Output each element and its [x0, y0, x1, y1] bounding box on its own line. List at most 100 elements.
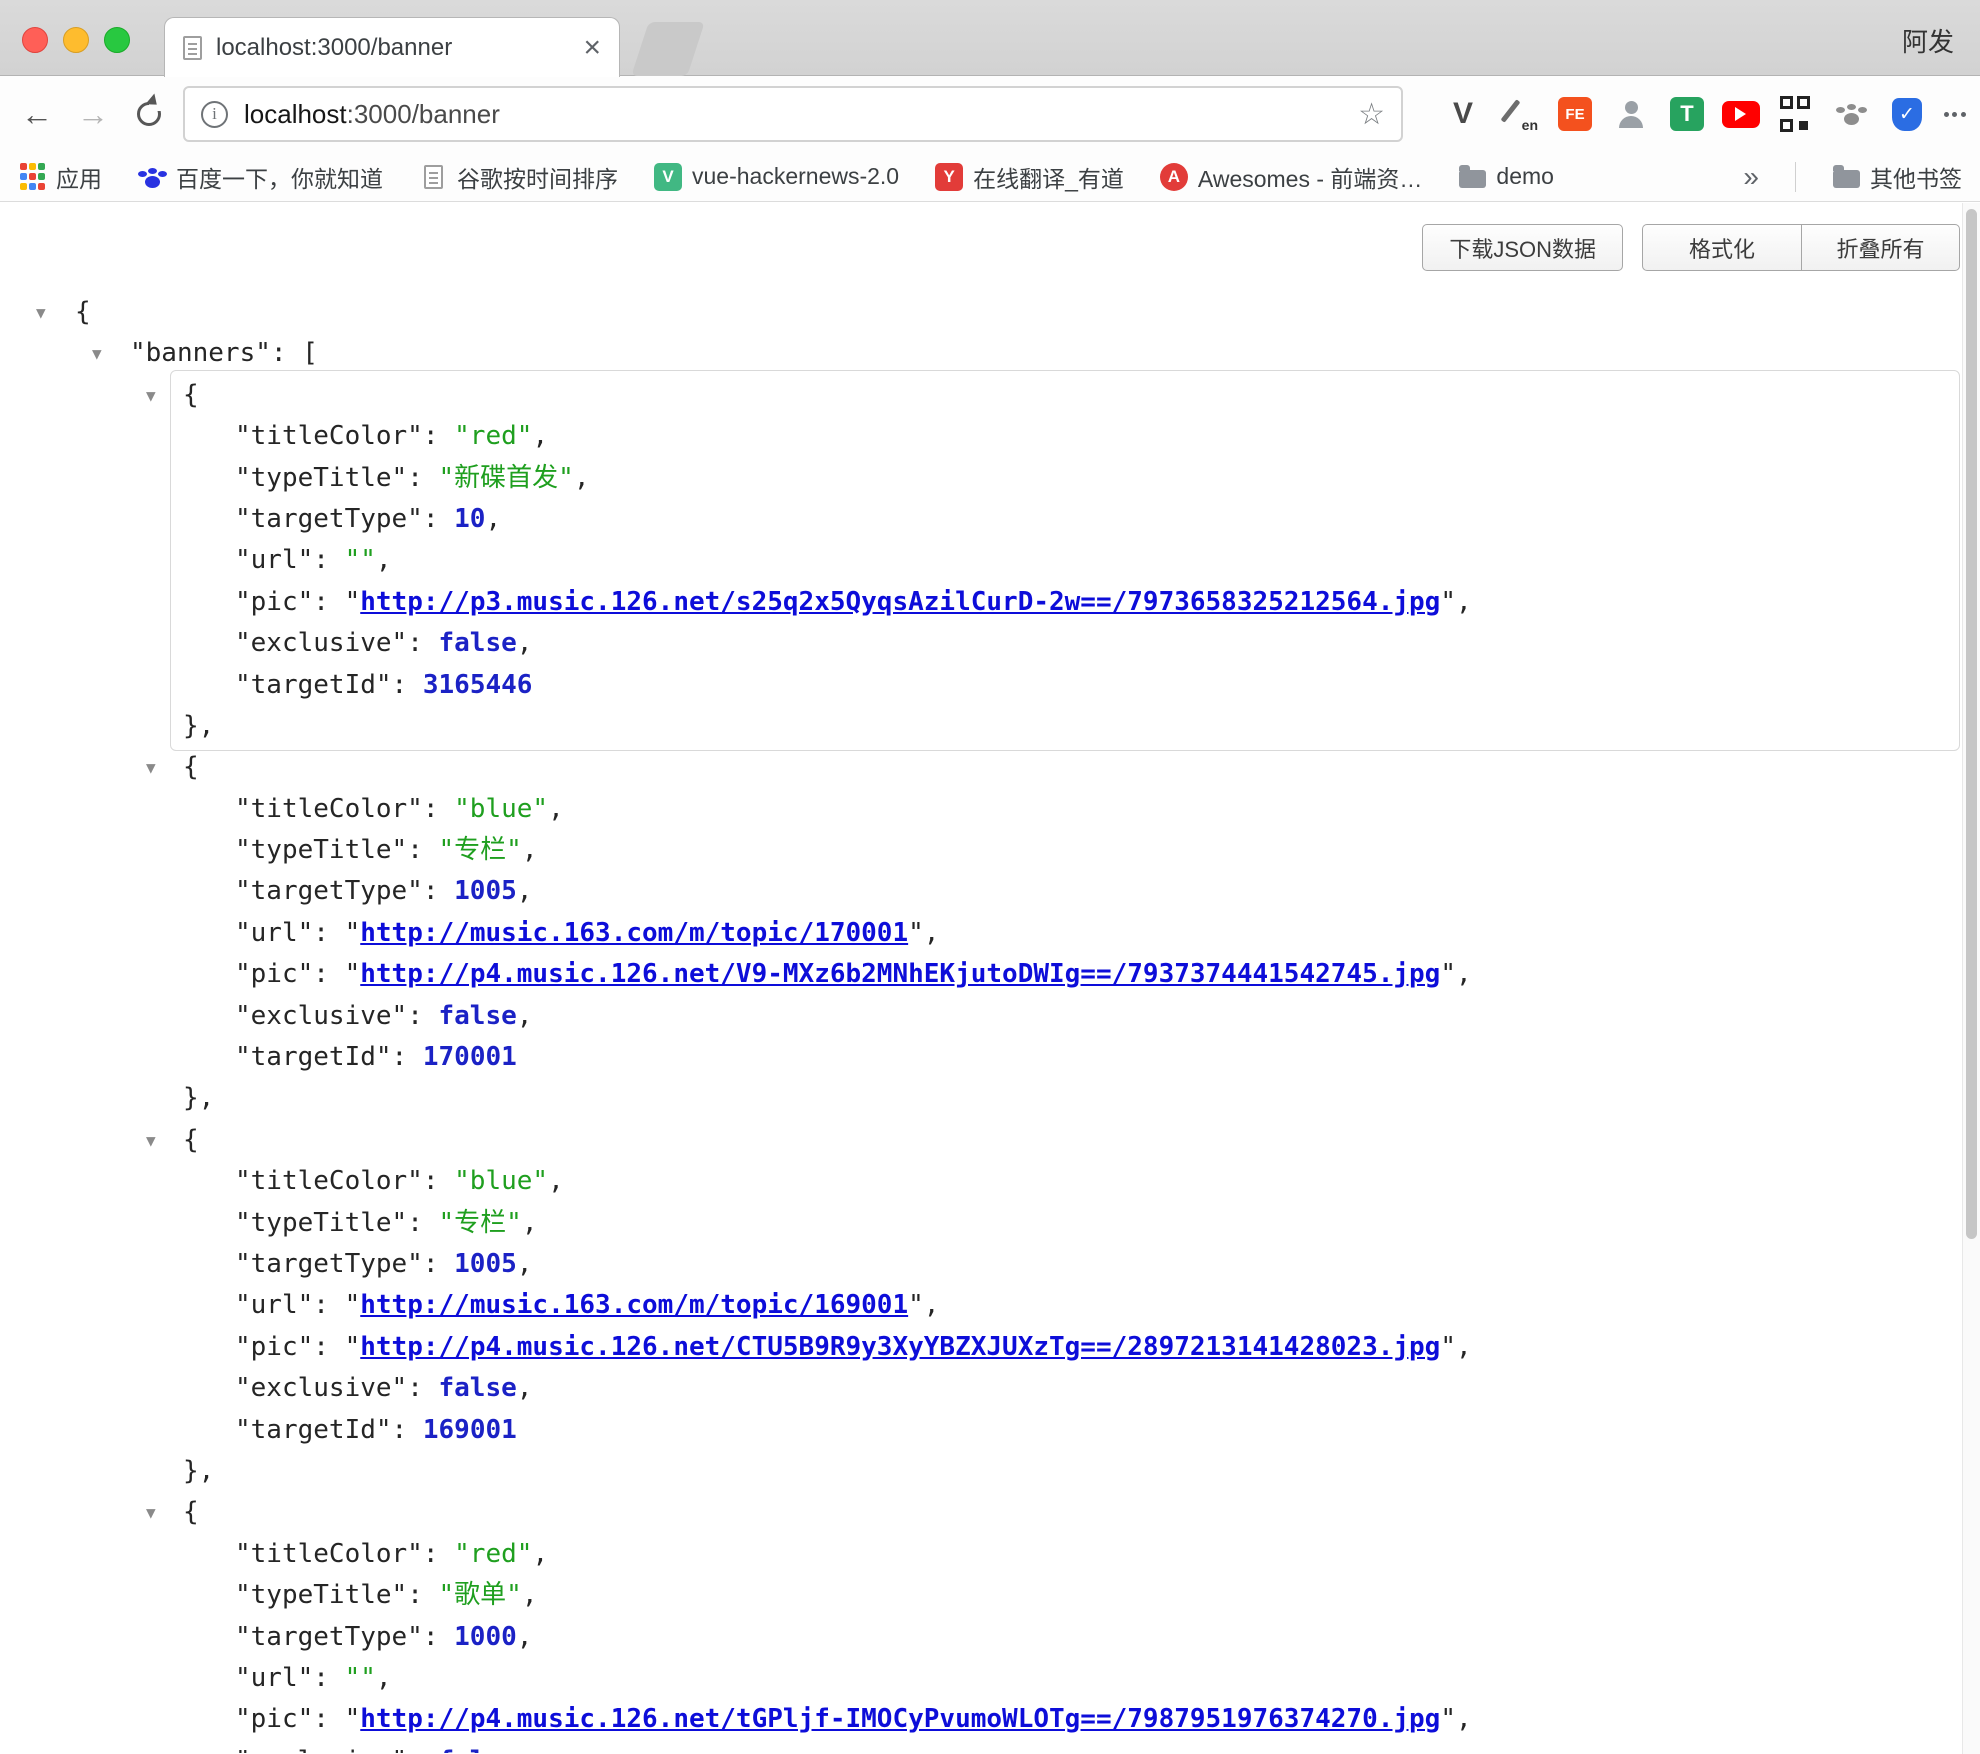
window-titlebar: localhost:3000/banner × 阿发 [0, 0, 1980, 76]
bookmarks-divider [1795, 162, 1796, 192]
url-host: localhost [244, 99, 347, 129]
format-button[interactable]: 格式化 [1642, 224, 1801, 271]
translate-en-icon[interactable]: en [1498, 93, 1540, 135]
json-key: "pic" [235, 1332, 313, 1362]
json-line: }, [0, 1078, 1962, 1119]
json-key: "pic" [235, 587, 313, 617]
json-pn: " [908, 918, 924, 948]
json-num: 1005 [454, 876, 517, 906]
format-button-group: 格式化 折叠所有 [1642, 224, 1960, 271]
json-link[interactable]: http://p3.music.126.net/s25q2x5QyqsAzilC… [360, 587, 1440, 617]
json-key: "typeTitle" [235, 463, 407, 493]
page-info-icon[interactable]: i [201, 101, 228, 128]
json-pn: , [517, 1746, 533, 1753]
qrcode-icon[interactable] [1774, 93, 1816, 135]
bookmark-star-icon[interactable]: ☆ [1358, 97, 1385, 132]
json-object: ▼{"titleColor": "red","typeTitle": "新碟首发… [0, 375, 1962, 748]
paw-icon[interactable] [1830, 93, 1872, 135]
traffic-lights [22, 27, 130, 53]
collapse-triangle-icon[interactable]: ▼ [36, 292, 46, 333]
scrollbar-thumb[interactable] [1966, 209, 1977, 1239]
json-num: 3165446 [423, 670, 533, 700]
json-link[interactable]: http://music.163.com/m/topic/169001 [360, 1290, 908, 1320]
json-tree: ▼{▼"banners": [▼{"titleColor": "red","ty… [0, 292, 1962, 1753]
json-pn: : [392, 1415, 423, 1445]
json-key: "exclusive" [235, 1001, 407, 1031]
fe-icon[interactable]: FE [1554, 93, 1596, 135]
bookmark-item[interactable]: 谷歌按时间排序 [419, 160, 618, 194]
json-line: "targetType": 10, [0, 499, 1962, 540]
json-pn: : [313, 1663, 344, 1693]
json-line: "exclusive": false, [0, 1368, 1962, 1409]
json-line: "targetType": 1000, [0, 1617, 1962, 1658]
json-line: "pic": "http://p4.music.126.net/CTU5B9R9… [0, 1327, 1962, 1368]
collapse-all-button[interactable]: 折叠所有 [1801, 224, 1960, 271]
collapse-triangle-icon[interactable]: ▼ [92, 333, 102, 374]
json-num: 1005 [454, 1249, 517, 1279]
vertical-scrollbar[interactable] [1962, 203, 1980, 1754]
json-str: "专栏" [439, 835, 522, 865]
bookmark-item[interactable]: AAwesomes - 前端资… [1160, 160, 1423, 194]
json-line: "exclusive": false, [0, 623, 1962, 664]
json-link[interactable]: http://p4.music.126.net/CTU5B9R9y3XyYBZX… [360, 1332, 1440, 1362]
bookmark-item[interactable]: Y在线翻译_有道 [935, 160, 1124, 194]
json-line: "typeTitle": "新碟首发", [0, 458, 1962, 499]
tab-close-icon[interactable]: × [583, 33, 601, 63]
download-json-button[interactable]: 下载JSON数据 [1422, 224, 1623, 271]
json-link[interactable]: http://p4.music.126.net/tGPljf-IMOCyPvum… [360, 1704, 1440, 1734]
json-num: 170001 [423, 1042, 517, 1072]
json-key: "targetId" [235, 1042, 392, 1072]
json-key: "titleColor" [235, 1539, 423, 1569]
maximize-window-button[interactable] [104, 27, 130, 53]
reload-button[interactable] [126, 91, 172, 137]
json-key: "targetId" [235, 1415, 392, 1445]
menu-icon[interactable] [1942, 93, 1968, 135]
json-key: "typeTitle" [235, 835, 407, 865]
collapse-triangle-icon[interactable]: ▼ [146, 375, 156, 416]
bookmark-label: vue-hackernews-2.0 [692, 163, 899, 190]
tab-favicon-page-icon [183, 36, 202, 60]
new-tab-button[interactable] [631, 22, 705, 76]
browser-tab[interactable]: localhost:3000/banner × [164, 17, 620, 77]
json-link[interactable]: http://music.163.com/m/topic/170001 [360, 918, 908, 948]
green-t-icon[interactable]: T [1666, 93, 1708, 135]
url-path: :3000/banner [347, 99, 500, 129]
json-line: "exclusive": false, [0, 1741, 1962, 1753]
collapse-triangle-icon[interactable]: ▼ [146, 1492, 156, 1533]
bookmark-item[interactable]: 应用 [18, 160, 102, 194]
bookmark-label: 在线翻译_有道 [973, 160, 1124, 194]
json-pn: " [345, 587, 361, 617]
json-key: "exclusive" [235, 628, 407, 658]
json-pn: " [345, 1290, 361, 1320]
json-line: "titleColor": "blue", [0, 1161, 1962, 1202]
shield-check-icon[interactable]: ✓ [1886, 93, 1928, 135]
collapse-triangle-icon[interactable]: ▼ [146, 1120, 156, 1161]
youtube-icon[interactable] [1722, 101, 1760, 128]
minimize-window-button[interactable] [63, 27, 89, 53]
json-pn: , [485, 504, 501, 534]
json-line: "typeTitle": "专栏", [0, 830, 1962, 871]
bookmark-item[interactable]: demo [1458, 163, 1554, 191]
json-line: "exclusive": false, [0, 996, 1962, 1037]
profile-name[interactable]: 阿发 [1902, 22, 1954, 59]
person-icon[interactable] [1610, 93, 1652, 135]
back-button[interactable]: ← [14, 91, 60, 137]
json-key: "url" [235, 1663, 313, 1693]
json-pn: " [345, 918, 361, 948]
json-line: "typeTitle": "歌单", [0, 1575, 1962, 1616]
bookmarks-overflow-chevron-icon[interactable]: » [1743, 161, 1759, 193]
other-bookmarks-folder[interactable]: 其他书签 [1832, 160, 1962, 194]
json-pn: : [423, 1622, 454, 1652]
bookmark-item[interactable]: 百度一下，你就知道 [138, 160, 383, 194]
close-window-button[interactable] [22, 27, 48, 53]
json-link[interactable]: http://p4.music.126.net/V9-MXz6b2MNhEKju… [360, 959, 1440, 989]
collapse-triangle-icon[interactable]: ▼ [146, 747, 156, 788]
json-key: "titleColor" [235, 421, 423, 451]
json-pn: }, [183, 711, 214, 741]
json-pn: , [517, 876, 533, 906]
address-bar[interactable]: i localhost:3000/banner ☆ [183, 86, 1403, 142]
bookmark-item[interactable]: Vvue-hackernews-2.0 [654, 163, 899, 191]
json-line: "url": "", [0, 540, 1962, 581]
vimium-icon[interactable]: V [1442, 93, 1484, 135]
json-pn: : [407, 1001, 438, 1031]
